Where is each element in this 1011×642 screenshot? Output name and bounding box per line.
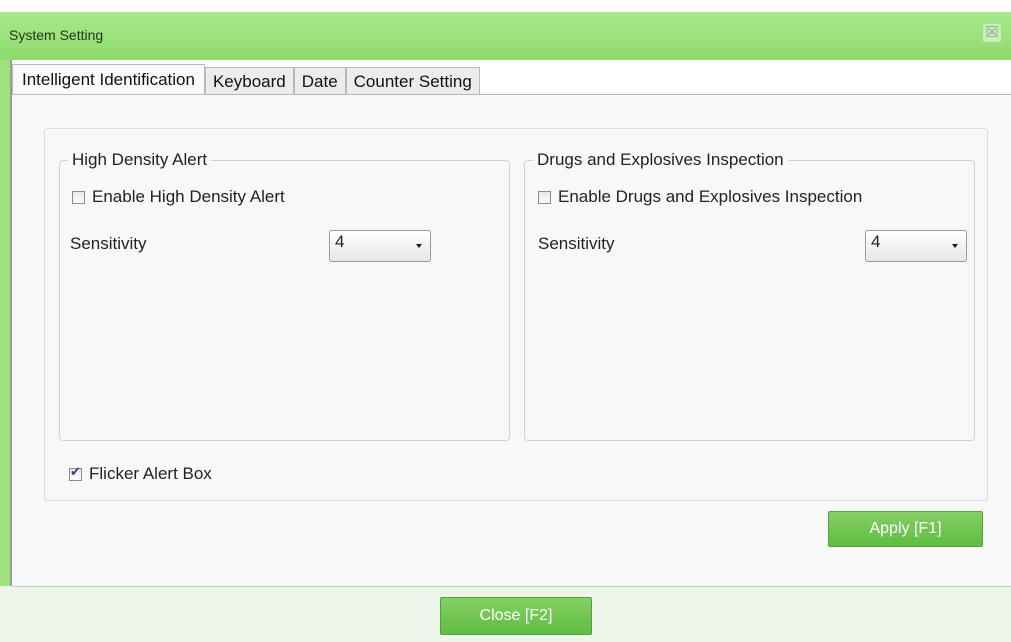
flicker-alert-row[interactable]: Flicker Alert Box <box>69 464 212 484</box>
enable-drugs-explosives-label: Enable Drugs and Explosives Inspection <box>558 187 863 206</box>
window-left-edge <box>0 60 10 586</box>
window-title: System Setting <box>9 27 104 43</box>
drugs-explosives-legend: Drugs and Explosives Inspection <box>533 150 788 170</box>
high-density-sensitivity-select[interactable]: 4 <box>329 230 431 262</box>
high-density-sensitivity-label: Sensitivity <box>70 234 147 253</box>
tab-date[interactable]: Date <box>293 67 346 95</box>
tab-counter-setting[interactable]: Counter Setting <box>345 67 480 95</box>
enable-drugs-explosives-checkbox[interactable] <box>538 190 551 204</box>
chevron-down-icon <box>416 244 422 248</box>
chevron-down-icon <box>952 244 958 248</box>
high-density-alert-legend: High Density Alert <box>68 150 212 170</box>
close-icon[interactable]: ☒ <box>983 24 1001 42</box>
enable-high-density-row[interactable]: Enable High Density Alert <box>72 187 285 207</box>
drugs-explosives-group: Drugs and Explosives Inspection Enable D… <box>524 150 975 441</box>
apply-button[interactable]: Apply [F1] <box>828 511 983 547</box>
enable-high-density-checkbox[interactable] <box>72 190 85 204</box>
flicker-alert-label: Flicker Alert Box <box>89 464 212 483</box>
enable-high-density-label: Enable High Density Alert <box>92 187 285 206</box>
drugs-explosives-sensitivity-select[interactable]: 4 <box>865 230 967 262</box>
title-bar: System Setting ☒ <box>0 12 1011 60</box>
drugs-explosives-sensitivity-label: Sensitivity <box>538 234 615 253</box>
enable-drugs-explosives-row[interactable]: Enable Drugs and Explosives Inspection <box>538 187 862 207</box>
settings-panel: High Density Alert Enable High Density A… <box>44 128 988 501</box>
tab-divider <box>12 94 1011 95</box>
footer-left-edge <box>0 586 12 642</box>
high-density-sensitivity-value: 4 <box>335 232 345 251</box>
high-density-alert-group: High Density Alert Enable High Density A… <box>59 150 510 441</box>
drugs-explosives-sensitivity-value: 4 <box>871 232 881 251</box>
flicker-alert-checkbox[interactable] <box>69 465 82 481</box>
tab-intelligent-identification[interactable]: Intelligent Identification <box>12 64 205 95</box>
close-button[interactable]: Close [F2] <box>440 597 592 635</box>
tab-bar: Intelligent Identification Keyboard Date… <box>12 64 480 95</box>
tab-keyboard[interactable]: Keyboard <box>204 67 294 95</box>
